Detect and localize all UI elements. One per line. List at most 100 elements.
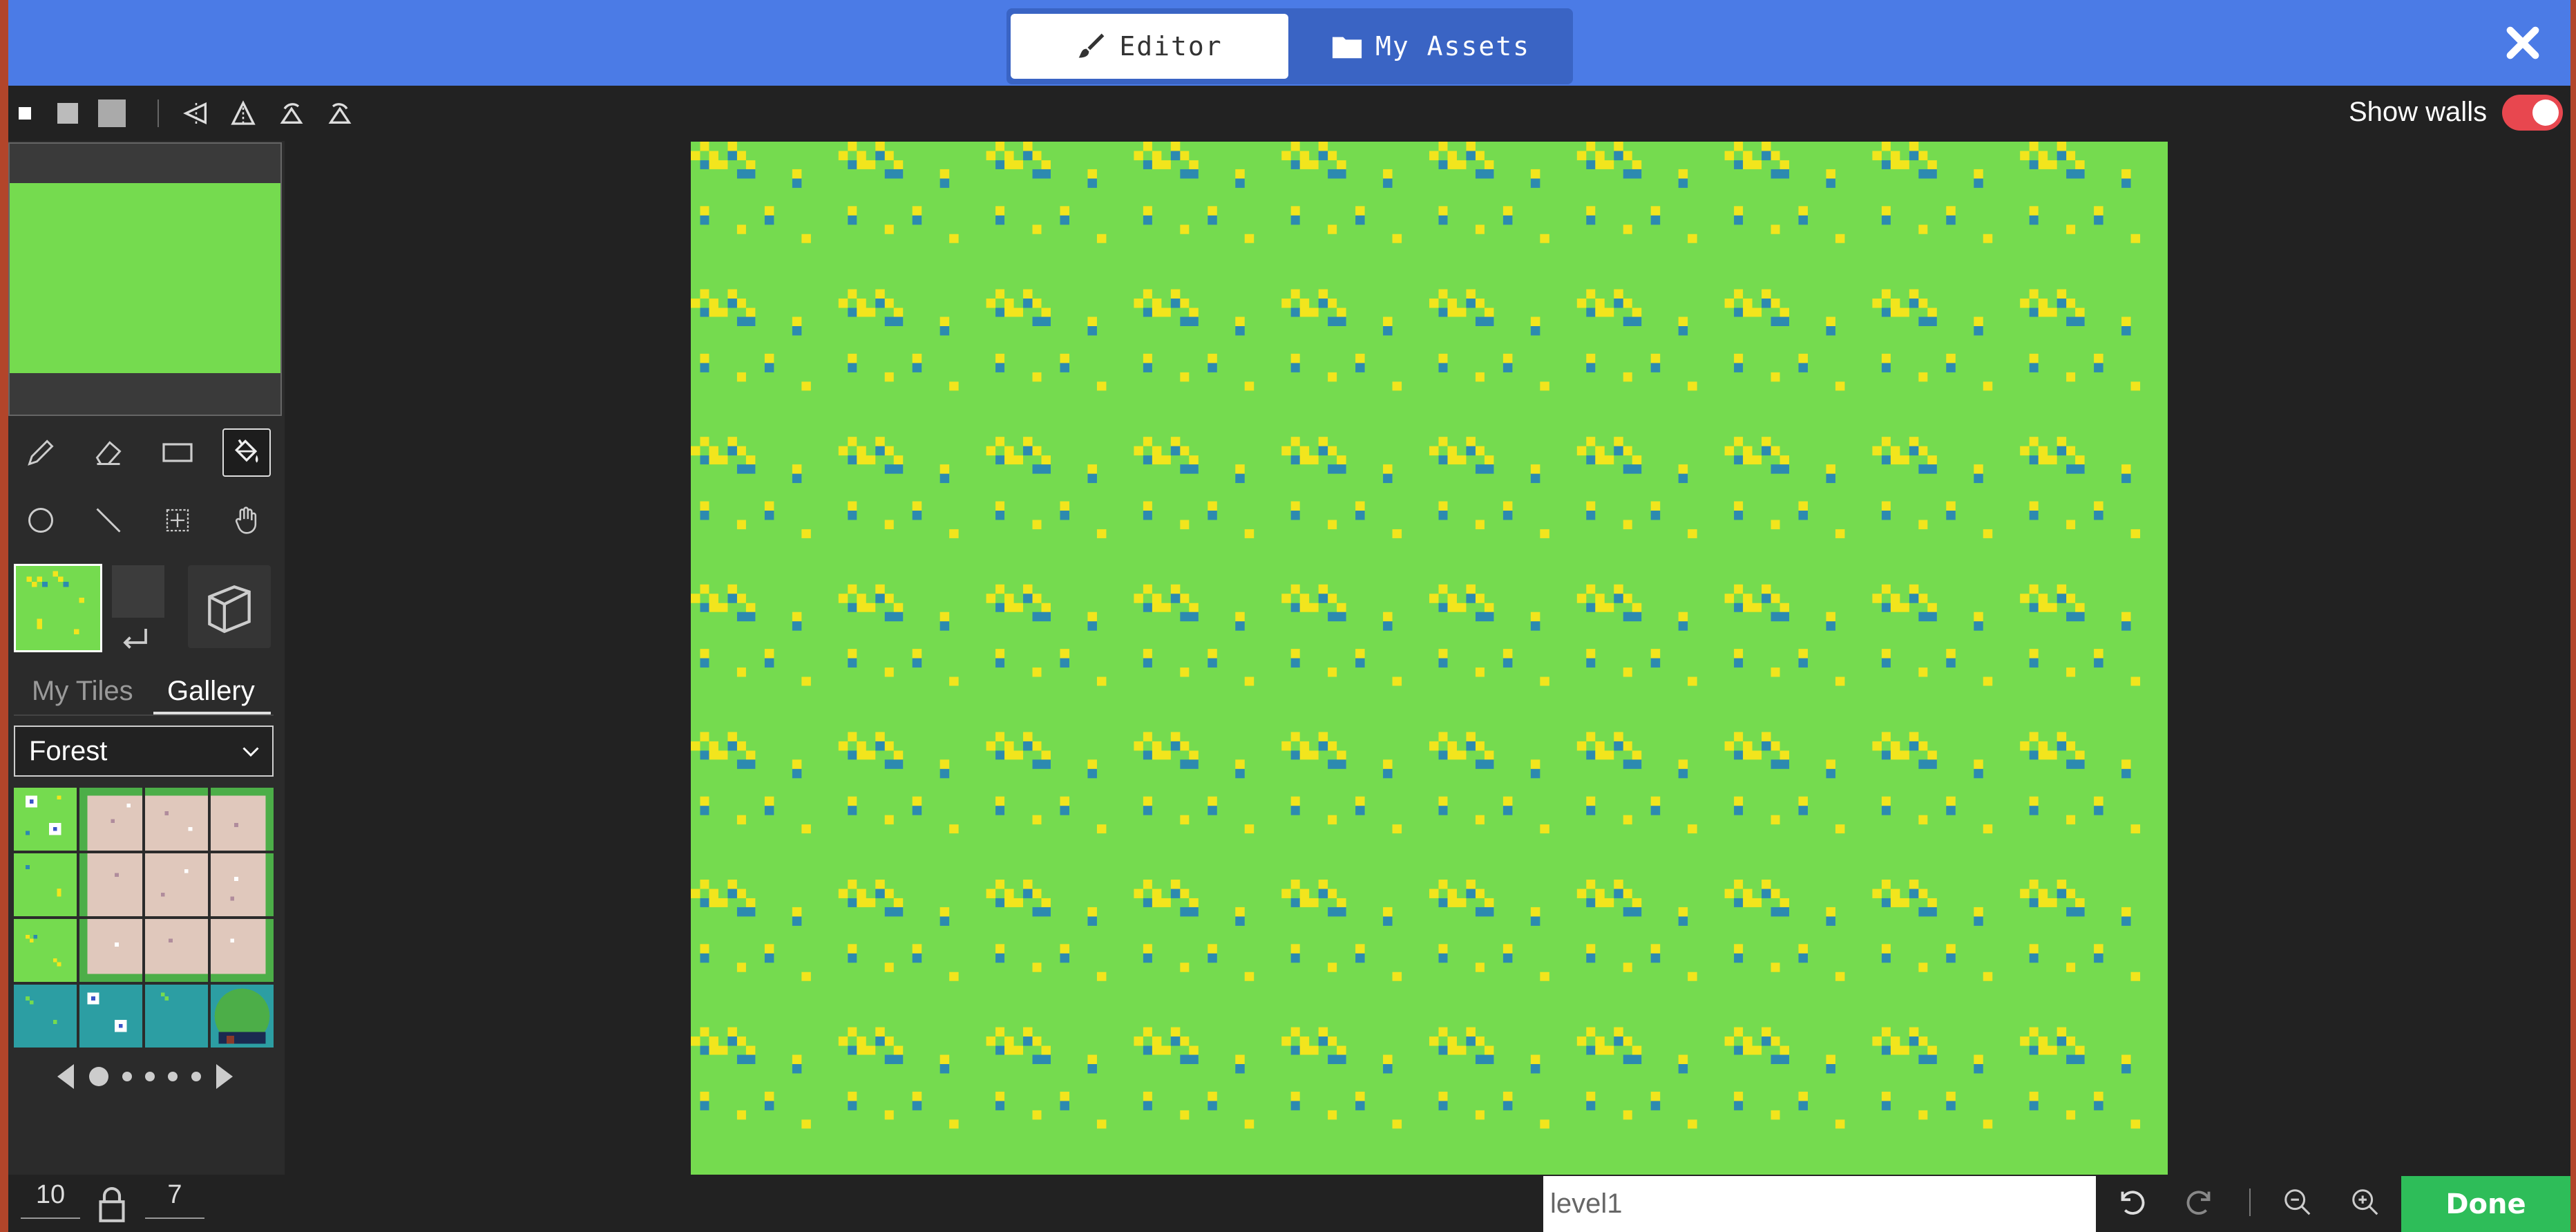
show-walls-label: Show walls [2349,97,2487,128]
tile-category-select[interactable]: Forest [14,726,274,777]
tile-dirt-edge-bottom [145,919,208,982]
brush-size-large-button[interactable] [94,95,130,131]
rotate-ccw-icon [326,99,354,127]
zoom-out-button[interactable] [2277,1182,2318,1223]
toolbar-divider [158,99,159,127]
marquee-icon [164,506,191,534]
circle-tool-button[interactable] [17,496,65,544]
bottom-divider [2249,1188,2251,1216]
brush-size-large-icon [98,99,126,127]
tile-dirt-center [145,853,208,916]
gallery-pager [55,1061,235,1092]
flip-horizontal-button[interactable] [178,95,214,131]
undo-button[interactable] [2110,1182,2151,1223]
close-icon [2505,25,2541,61]
zoom-in-icon [2349,1186,2381,1218]
line-icon [93,505,124,536]
tile-grass-plain [14,853,77,916]
gallery-tile[interactable] [145,985,208,1048]
chevron-down-icon [239,741,263,761]
show-walls-toggle-knob [2532,99,2559,126]
aspect-lock-button[interactable] [97,1184,127,1223]
rectangle-icon [161,439,194,466]
current-tile-swatch[interactable] [14,564,102,652]
rotate-cw-icon [278,99,305,127]
tab-editor[interactable]: Editor [1011,14,1288,79]
editor-toolbar [8,86,2570,141]
tile-gallery-grid [14,788,274,1048]
brush-size-medium-icon [57,103,78,124]
map-width-input[interactable]: 10 [21,1180,80,1219]
close-button[interactable] [2501,18,2545,68]
level-name-input[interactable]: level1 [1543,1176,2096,1232]
map-preview-image [10,183,280,373]
zoom-in-button[interactable] [2345,1182,2386,1223]
rectangle-tool-button[interactable] [153,428,202,477]
tile-dirt-corner-br [211,919,274,982]
circle-icon [26,505,56,536]
gallery-tile[interactable] [79,985,142,1048]
flip-vertical-button[interactable] [225,95,261,131]
tab-my-tiles[interactable]: My Tiles [32,676,133,707]
wall-tile-button[interactable] [188,565,271,648]
tile-dirt-corner-tl [79,788,142,851]
swap-tiles-button[interactable] [115,622,156,656]
pan-hand-icon [231,505,262,536]
flip-horizontal-icon [182,99,210,127]
secondary-tile-swatch[interactable] [112,565,164,618]
redo-icon [2185,1186,2217,1218]
rotate-cw-button[interactable] [274,95,309,131]
gallery-tile[interactable] [14,985,77,1048]
fill-tool-button[interactable] [222,428,271,477]
pager-dot[interactable] [168,1072,178,1081]
tilemap-canvas[interactable] [691,142,2168,1175]
brush-size-medium-button[interactable] [50,95,86,131]
tab-my-assets-label: My Assets [1375,31,1530,61]
pager-next-icon[interactable] [214,1064,235,1089]
gallery-tile[interactable] [14,853,77,916]
redo-button[interactable] [2180,1182,2222,1223]
tile-grass-yellow-flowers [14,919,77,982]
gallery-tile[interactable] [211,919,274,982]
pager-prev-icon[interactable] [55,1064,76,1089]
lock-icon [97,1184,127,1223]
tile-dirt-edge-right [211,853,274,916]
tile-teal-white-flowers [79,985,142,1048]
tile-dirt-corner-bl [79,919,142,982]
tile-grass-white-flowers [14,788,77,851]
gallery-tile[interactable] [211,788,274,851]
gallery-tile[interactable] [79,788,142,851]
tile-teal-grass [14,985,77,1048]
pager-dot[interactable] [191,1072,201,1081]
gallery-tile[interactable] [145,919,208,982]
rotate-ccw-button[interactable] [322,95,358,131]
tile-bush [211,985,274,1048]
gallery-tile[interactable] [14,919,77,982]
gallery-tile[interactable] [145,788,208,851]
gallery-tile[interactable] [211,853,274,916]
gallery-tile[interactable] [79,919,142,982]
brush-size-small-button[interactable] [7,95,43,131]
pan-tool-button[interactable] [222,496,271,544]
line-tool-button[interactable] [84,496,133,544]
pager-dot-active[interactable] [89,1067,108,1086]
flip-vertical-icon [229,99,257,127]
pager-dot[interactable] [122,1072,132,1081]
pager-dot[interactable] [145,1072,155,1081]
gallery-tile[interactable] [145,853,208,916]
done-button[interactable]: Done [2401,1176,2570,1232]
eraser-icon [93,437,124,468]
tab-my-assets[interactable]: My Assets [1293,14,1568,79]
window-frame-left [0,0,8,1232]
marquee-tool-button[interactable] [153,496,202,544]
map-height-input[interactable]: 7 [145,1180,204,1219]
eraser-tool-button[interactable] [84,428,133,477]
gallery-tile[interactable] [211,985,274,1048]
pencil-tool-button[interactable] [17,428,65,477]
fill-bucket-icon [231,437,262,468]
tab-gallery[interactable]: Gallery [167,676,255,707]
brush-size-small-icon [19,107,31,120]
gallery-tile[interactable] [14,788,77,851]
paintbrush-icon [1076,31,1107,61]
gallery-tile[interactable] [79,853,142,916]
